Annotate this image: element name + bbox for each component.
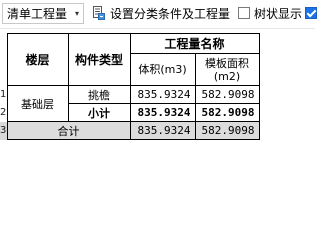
cell-formwork-area: 582.9098 <box>194 85 260 104</box>
cell-total-formwork-area: 582.9098 <box>194 121 260 140</box>
toolbar: 清单工程量 ▾ 设置分类条件及工程量 树状显示 <box>0 0 317 29</box>
tree-display-label: 树状显示 <box>254 7 303 21</box>
settings-document-icon <box>92 5 106 21</box>
cell-subtotal-volume: 835.9324 <box>129 103 196 122</box>
cell-total-label: 合计 <box>6 121 131 140</box>
tree-display-checkbox[interactable]: 树状显示 <box>238 4 315 24</box>
cell-total-volume: 835.9324 <box>129 121 196 140</box>
cell-floor: 基础层 <box>6 85 69 122</box>
header-component-type: 构件类型 <box>67 33 131 86</box>
header-floor: 楼层 <box>6 33 69 86</box>
setup-button-label: 设置分类条件及工程量 <box>110 7 231 21</box>
row-number: 1 <box>0 85 8 104</box>
row-number: 3 <box>0 121 8 140</box>
checkbox-icon <box>238 7 250 19</box>
checked-checkbox-icon[interactable] <box>305 7 317 19</box>
header-quantity-name: 工程量名称 <box>129 33 260 54</box>
cell-component-type: 挑檐 <box>67 85 131 104</box>
quantity-summary-table: 楼层 构件类型 工程量名称 体积(m3) 模板面积(m2) 1 基础层 挑檐 8… <box>0 33 260 140</box>
quantity-type-selected: 清单工程量 <box>7 7 68 21</box>
row-number: 2 <box>0 103 8 122</box>
cell-subtotal-formwork-area: 582.9098 <box>194 103 260 122</box>
header-formwork-area: 模板面积(m2) <box>194 53 260 86</box>
header-volume: 体积(m3) <box>129 53 196 86</box>
set-classification-conditions-button[interactable]: 设置分类条件及工程量 <box>90 3 234 25</box>
chevron-down-icon: ▾ <box>74 9 79 18</box>
cell-subtotal-label: 小计 <box>67 103 131 122</box>
table-row[interactable]: 1 基础层 挑檐 835.9324 582.9098 <box>0 85 260 122</box>
table-row-total[interactable]: 3 合计 835.9324 582.9098 <box>0 121 260 140</box>
cell-volume: 835.9324 <box>129 85 196 104</box>
corner-cell <box>0 33 8 86</box>
quantity-type-dropdown[interactable]: 清单工程量 ▾ <box>2 3 84 24</box>
